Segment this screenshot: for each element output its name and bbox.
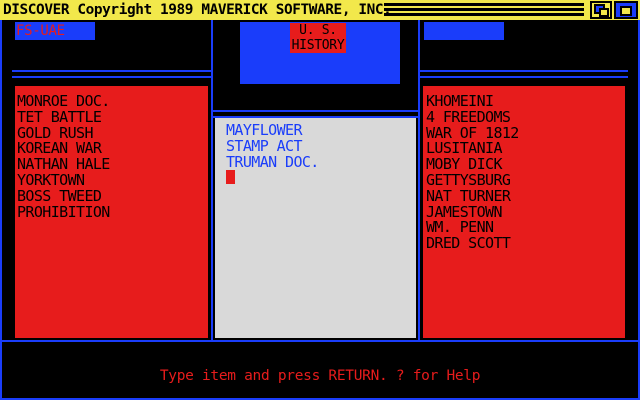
left-header-rule — [12, 76, 211, 78]
column-divider — [211, 20, 213, 340]
list-item[interactable]: NAT TURNER — [426, 188, 511, 204]
entered-item: TRUMAN DOC. — [226, 152, 319, 171]
right-list: KHOMEINI 4 FREEDOMS WAR OF 1812 LUSITANI… — [426, 93, 624, 333]
middle-header-rule — [213, 110, 418, 112]
depth-front-icon — [599, 8, 609, 17]
list-item[interactable]: MOBY DICK — [426, 156, 502, 172]
list-item[interactable]: MONROE DOC. — [17, 93, 110, 109]
list-item[interactable]: TET BATTLE — [17, 109, 102, 125]
list-item[interactable]: GOLD RUSH — [17, 125, 93, 141]
right-header-rule — [420, 76, 628, 78]
category-title-line1: U. S. — [299, 23, 337, 38]
entered-item: STAMP ACT — [226, 136, 302, 155]
list-item[interactable]: PROHIBITION — [17, 204, 110, 220]
list-item[interactable]: KOREAN WAR — [17, 140, 102, 156]
drag-bar-stripe[interactable] — [384, 8, 584, 11]
category-title: U. S. HISTORY — [290, 23, 346, 53]
list-item[interactable]: WM. PENN — [426, 219, 494, 235]
column-divider — [418, 20, 420, 340]
entered-items-list: MAYFLOWER STAMP ACT TRUMAN DOC. — [226, 122, 414, 182]
text-cursor[interactable] — [226, 170, 235, 184]
status-divider — [0, 340, 640, 342]
window-title: DISCOVER Copyright 1989 MAVERICK SOFTWAR… — [3, 2, 392, 18]
right-header-rule — [420, 70, 628, 72]
zoom-button[interactable] — [614, 1, 638, 19]
left-header-rule — [12, 70, 211, 72]
list-item[interactable]: 4 FREEDOMS — [426, 109, 511, 125]
list-item[interactable]: KHOMEINI — [426, 93, 494, 109]
list-item[interactable]: WAR OF 1812 — [426, 125, 519, 141]
depth-arrange-button[interactable] — [590, 1, 612, 19]
left-list: MONROE DOC. TET BATTLE GOLD RUSH KOREAN … — [17, 93, 207, 333]
drag-bar-stripe[interactable] — [384, 13, 584, 16]
left-window-border — [0, 20, 2, 400]
list-item[interactable]: GETTYSBURG — [426, 172, 511, 188]
category-title-line2: HISTORY — [291, 38, 345, 53]
list-item[interactable]: LUSITANIA — [426, 140, 502, 156]
screen-label: FS-UAE — [16, 23, 65, 39]
list-item[interactable]: BOSS TWEED — [17, 188, 102, 204]
zoom-icon — [620, 6, 632, 16]
list-item[interactable]: JAMESTOWN — [426, 204, 502, 220]
entered-item: MAYFLOWER — [226, 121, 302, 139]
drag-bar-stripe[interactable] — [384, 3, 584, 6]
list-item[interactable]: DRED SCOTT — [426, 235, 511, 251]
list-item[interactable]: NATHAN HALE — [17, 156, 110, 172]
right-header-box — [424, 22, 504, 40]
list-item[interactable]: YORKTOWN — [17, 172, 85, 188]
status-prompt: Type item and press RETURN. ? for Help — [159, 368, 481, 384]
